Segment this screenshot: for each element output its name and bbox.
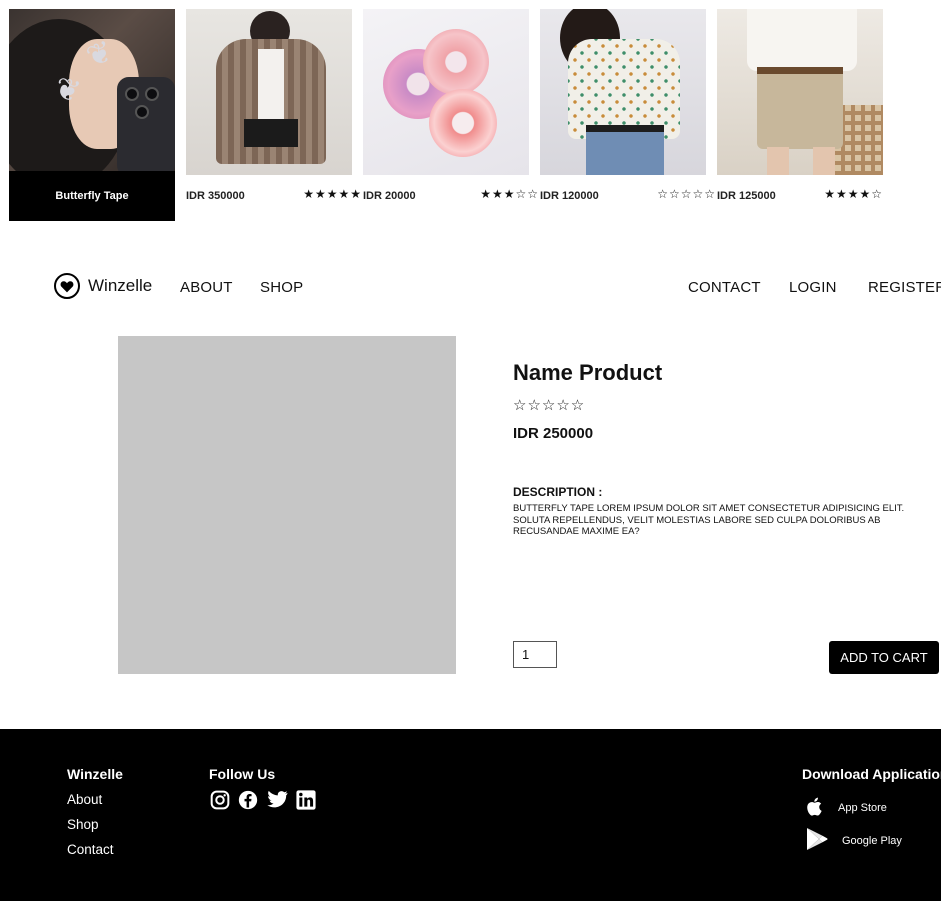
footer-link-contact[interactable]: Contact (67, 842, 114, 857)
brand-name: Winzelle (88, 276, 153, 295)
google-play-link[interactable]: Google Play (806, 827, 902, 854)
product-price: IDR 125000 (717, 190, 776, 202)
heart-logo-icon (54, 273, 80, 299)
description-heading: DESCRIPTION : (513, 485, 603, 499)
add-to-cart-button[interactable]: ADD TO CART (829, 641, 939, 674)
app-store-link[interactable]: App Store (806, 797, 887, 819)
product-price: IDR 120000 (540, 190, 599, 202)
product-card[interactable]: IDR 20000 ★★★☆☆ (363, 9, 538, 202)
brand-logo[interactable]: Winzelle (54, 273, 152, 299)
product-image-placeholder (118, 336, 456, 674)
product-meta: IDR 350000 ★★★★★ (186, 185, 362, 207)
product-title: Name Product (513, 360, 663, 385)
product-card[interactable]: IDR 125000 ★★★★☆ (717, 9, 883, 202)
product-price: IDR 20000 (363, 190, 416, 202)
description-text: BUTTERFLY TAPE LOREM IPSUM DOLOR SIT AME… (513, 503, 905, 537)
social-links (210, 790, 316, 810)
product-strip: ❦ ❦ Butterfly Tape IDR 350000 ★★★★★ IDR … (9, 9, 941, 221)
star-rating: ★★★★★ (303, 187, 362, 201)
product-price: IDR 350000 (186, 190, 245, 202)
product-thumbnail[interactable] (363, 9, 529, 175)
footer: Winzelle About Shop Contact Follow Us Do… (0, 729, 941, 901)
navbar: Winzelle ABOUT SHOP CONTACT LOGIN REGIST… (0, 268, 941, 308)
nav-register[interactable]: REGISTER (868, 279, 941, 296)
nav-about[interactable]: ABOUT (180, 279, 233, 296)
app-store-label: App Store (838, 802, 887, 814)
star-rating: ☆☆☆☆☆ (657, 187, 716, 201)
footer-link-shop[interactable]: Shop (67, 817, 99, 832)
nav-contact[interactable]: CONTACT (688, 279, 761, 296)
twitter-icon[interactable] (266, 790, 288, 810)
apple-icon (806, 797, 838, 819)
instagram-icon[interactable] (210, 790, 230, 810)
product-meta: IDR 20000 ★★★☆☆ (363, 185, 539, 207)
footer-brand: Winzelle (67, 766, 123, 782)
product-meta: IDR 125000 ★★★★☆ (717, 185, 883, 207)
facebook-icon[interactable] (238, 790, 258, 810)
product-star-rating[interactable]: ☆☆☆☆☆ (513, 396, 585, 414)
nav-shop[interactable]: SHOP (260, 279, 303, 296)
product-card[interactable]: IDR 120000 ☆☆☆☆☆ (540, 9, 715, 202)
featured-product-label[interactable]: Butterfly Tape (9, 171, 175, 221)
product-meta: IDR 120000 ☆☆☆☆☆ (540, 185, 716, 207)
follow-us-title: Follow Us (209, 766, 276, 782)
linkedin-icon[interactable] (296, 790, 316, 810)
product-thumbnail[interactable] (717, 9, 883, 175)
product-card[interactable]: IDR 350000 ★★★★★ (186, 9, 361, 202)
product-card-featured[interactable]: ❦ ❦ Butterfly Tape (9, 9, 175, 221)
google-play-label: Google Play (842, 834, 902, 847)
quantity-input[interactable] (513, 641, 557, 668)
star-rating: ★★★☆☆ (480, 187, 539, 201)
product-thumbnail[interactable] (186, 9, 352, 175)
star-rating: ★★★★☆ (824, 187, 883, 201)
nav-login[interactable]: LOGIN (789, 279, 837, 296)
download-app-title: Download Application (802, 766, 941, 782)
product-thumbnail[interactable] (540, 9, 706, 175)
google-play-icon (806, 827, 842, 854)
product-price: IDR 250000 (513, 425, 594, 442)
footer-link-about[interactable]: About (67, 792, 102, 807)
product-thumbnail-butterfly-tape[interactable]: ❦ ❦ (9, 9, 175, 171)
